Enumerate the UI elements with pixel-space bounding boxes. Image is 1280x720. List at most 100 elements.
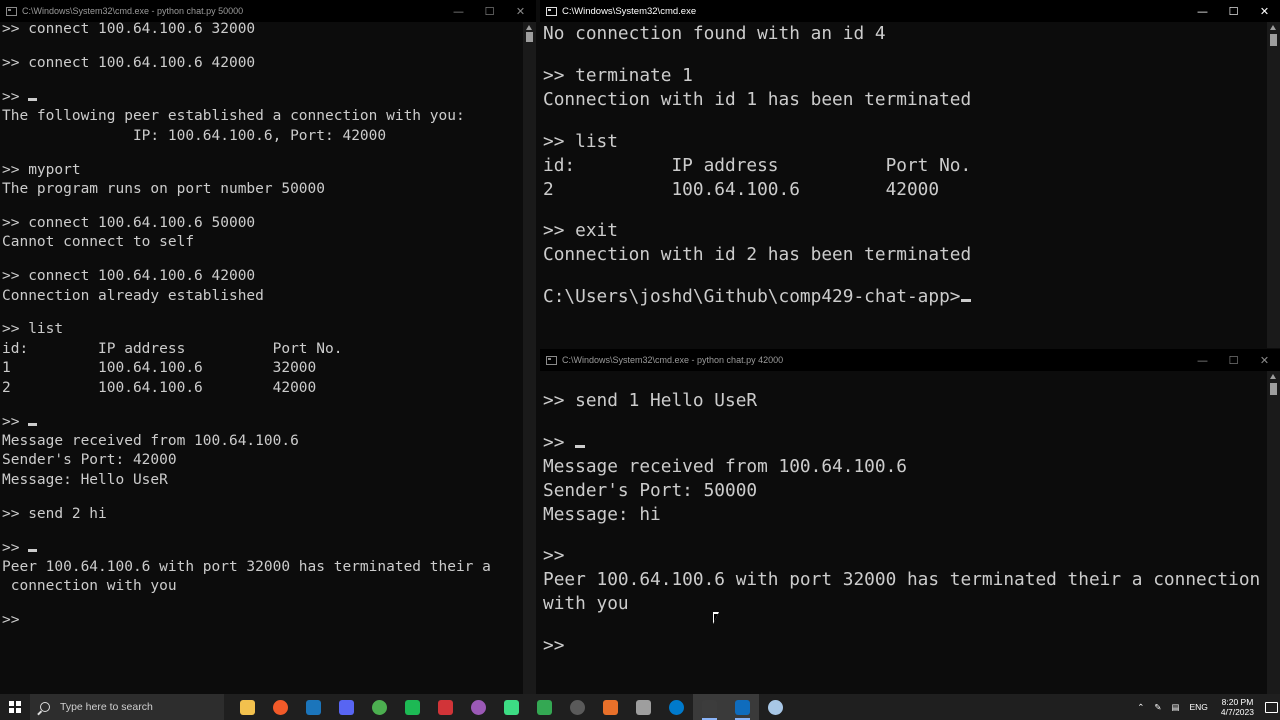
command-prompt-taskbar-button[interactable] [693,694,726,720]
close-button[interactable]: ✕ [1249,349,1280,371]
bottom-right-console-output[interactable]: >> send 1 Hello UseR >> Message received … [543,371,1266,658]
app-red-taskbar-button[interactable] [429,694,462,720]
vscode-taskbar-button[interactable] [660,694,693,720]
left-scrollbar[interactable] [523,22,536,694]
app-purple-taskbar-button[interactable] [462,694,495,720]
app-blue-icon [735,699,750,715]
console-line: Message received from 100.64.100.6 [2,433,299,449]
console-line: >> list [2,321,64,338]
brave-browser-taskbar-button[interactable] [264,694,297,720]
top-right-console-output[interactable]: No connection found with an id 4 >> termi… [543,22,1266,309]
top-right-scroll-thumb[interactable] [1270,34,1277,46]
close-button[interactable]: ✕ [505,0,536,22]
console-line: >> connect 100.64.100.6 42000 [2,268,256,285]
maximize-button[interactable]: ☐ [1218,349,1249,371]
spotify-icon [405,699,420,715]
console-line: >> [543,635,565,657]
minimize-button[interactable]: — [443,0,474,22]
scroll-up-arrow-icon[interactable] [526,25,532,30]
file-explorer-taskbar-button[interactable] [231,694,264,720]
vscode-icon [669,699,684,715]
system-tray: ⌃ ✎ ▤ ENG 8:20 PM 4/7/2023 [1132,694,1280,720]
console-line: with you [543,593,629,615]
console-line: connection with you [2,578,177,595]
brave-browser-icon [273,699,288,715]
notification-icon[interactable] [1262,694,1280,720]
taskbar: Type here to search ⌃ ✎ ▤ ENG 8:20 PM 4/… [0,694,1280,720]
console-line: The following peer established a connect… [2,108,465,125]
text-cursor [28,548,38,552]
command-prompt-icon [702,699,717,715]
chrome-taskbar-button[interactable] [363,694,396,720]
console-line: id: IP address Port No. [2,340,343,357]
console-line: >> [2,88,522,107]
steam-taskbar-button[interactable] [297,694,330,720]
clock[interactable]: 8:20 PM 4/7/2023 [1213,697,1262,717]
taskbar-search[interactable]: Type here to search [30,694,224,720]
network-icon[interactable]: ▤ [1166,702,1184,713]
left-console-output[interactable]: >> connect 100.64.100.6 32000 >> connect … [2,20,522,631]
bottom-right-console-window[interactable]: C:\Windows\System32\cmd.exe - python cha… [540,349,1280,694]
bottom-right-scroll-thumb[interactable] [1270,383,1277,395]
console-line: >> [2,612,20,629]
console-line: >> myport [2,161,81,178]
bottom-right-window-titlebar[interactable]: C:\Windows\System32\cmd.exe - python cha… [540,349,1280,371]
close-button[interactable]: ✕ [1249,0,1280,22]
pen-icon[interactable]: ✎ [1149,702,1166,713]
top-right-console-window[interactable]: C:\Windows\System32\cmd.exe — ☐ ✕ No con… [540,0,1280,348]
left-window-titlebar[interactable]: C:\Windows\System32\cmd.exe - python cha… [0,0,536,22]
search-icon [40,702,50,712]
cmd-icon [546,355,557,365]
minimize-button[interactable]: — [1187,0,1218,22]
top-right-scrollbar[interactable] [1267,22,1280,348]
scroll-up-arrow-icon[interactable] [1270,25,1276,30]
left-window-title: C:\Windows\System32\cmd.exe - python cha… [22,6,244,16]
cmd-icon [546,6,557,16]
discord-taskbar-button[interactable] [330,694,363,720]
console-line: Message received from 100.64.100.6 [543,455,907,477]
android-studio-taskbar-button[interactable] [495,694,528,720]
console-line: 2 100.64.100.6 42000 [2,379,317,396]
minimize-button[interactable]: — [1187,349,1218,371]
app-gray-icon [636,699,651,715]
search-placeholder: Type here to search [60,701,153,713]
top-right-window-titlebar[interactable]: C:\Windows\System32\cmd.exe — ☐ ✕ [540,0,1280,22]
discord-icon [339,699,354,715]
app-light-taskbar-button[interactable] [759,694,792,720]
console-line: The program runs on port number 50000 [2,180,326,197]
maximize-button[interactable]: ☐ [474,0,505,22]
maximize-button[interactable]: ☐ [1218,0,1249,22]
steam-icon [306,699,321,715]
console-line: Message: hi [543,503,661,525]
chevron-up-icon[interactable]: ⌃ [1132,702,1149,713]
bottom-right-scrollbar[interactable] [1267,371,1280,694]
app-orange-taskbar-button[interactable] [594,694,627,720]
console-line: >> [2,413,522,432]
console-line: >> connect 100.64.100.6 32000 [2,21,256,37]
text-cursor [575,444,586,448]
app-dark-icon [570,699,585,715]
left-scroll-thumb[interactable] [526,32,533,42]
console-line: >> [543,545,565,567]
chrome-alt-taskbar-button[interactable] [528,694,561,720]
app-dark-taskbar-button[interactable] [561,694,594,720]
left-console-window[interactable]: C:\Windows\System32\cmd.exe - python cha… [0,0,536,694]
app-blue-taskbar-button[interactable] [726,694,759,720]
start-button[interactable] [0,694,30,720]
app-gray-taskbar-button[interactable] [627,694,660,720]
spotify-taskbar-button[interactable] [396,694,429,720]
mouse-pointer-fill [714,614,718,622]
console-line: >> send 2 hi [2,505,107,522]
scroll-up-arrow-icon[interactable] [1270,374,1276,379]
clock-time: 8:20 PM [1221,697,1254,707]
language-indicator[interactable]: ENG [1184,702,1212,712]
